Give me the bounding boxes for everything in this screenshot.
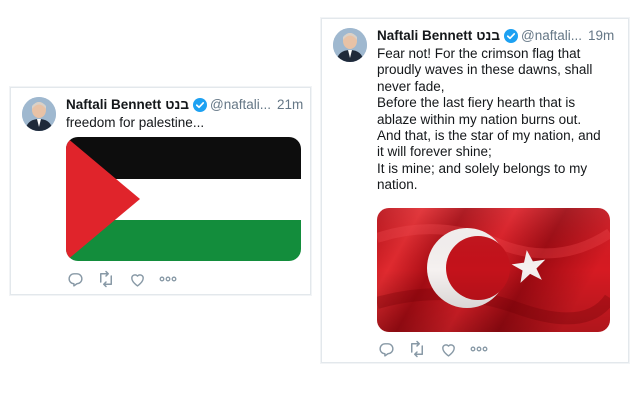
verified-badge-icon [193, 98, 208, 112]
author-handle[interactable]: @naftali... [521, 28, 582, 44]
tweet-actions [66, 270, 190, 288]
more-icon[interactable] [159, 270, 177, 288]
tweet-timestamp[interactable]: 21m [277, 97, 303, 113]
avatar[interactable] [22, 97, 56, 131]
more-icon[interactable] [470, 340, 488, 358]
reply-icon[interactable] [66, 270, 84, 288]
verified-badge-icon [504, 29, 519, 43]
author-name[interactable]: Naftali Bennett [66, 97, 161, 113]
reply-icon[interactable] [377, 340, 395, 358]
like-icon[interactable] [439, 340, 457, 358]
retweet-icon[interactable] [97, 270, 115, 288]
author-handle[interactable]: @naftali... [210, 97, 271, 113]
tweet-text: freedom for palestine... [66, 115, 205, 130]
palestine-flag-image[interactable] [66, 137, 301, 261]
retweet-icon[interactable] [408, 340, 426, 358]
tweet-header: Naftali Bennett בנט @naftali... [377, 28, 582, 44]
tweet-actions [377, 340, 501, 358]
avatar[interactable] [333, 28, 367, 62]
tweet-card-palestine[interactable]: Naftali Bennett בנט @naftali... 21m free… [10, 87, 311, 295]
tweet-card-turkey[interactable]: Naftali Bennett בנט @naftali... 19m Fear… [321, 18, 629, 363]
tweet-timestamp[interactable]: 19m [588, 28, 614, 44]
turkey-flag-image[interactable] [377, 208, 610, 332]
author-name-hebrew[interactable]: בנט [165, 97, 189, 113]
like-icon[interactable] [128, 270, 146, 288]
author-name-hebrew[interactable]: בנט [476, 28, 500, 44]
tweet-text: Fear not! For the crimson flag that prou… [377, 46, 601, 193]
author-name[interactable]: Naftali Bennett [377, 28, 472, 44]
tweet-header: Naftali Bennett בנט @naftali... [66, 97, 271, 113]
